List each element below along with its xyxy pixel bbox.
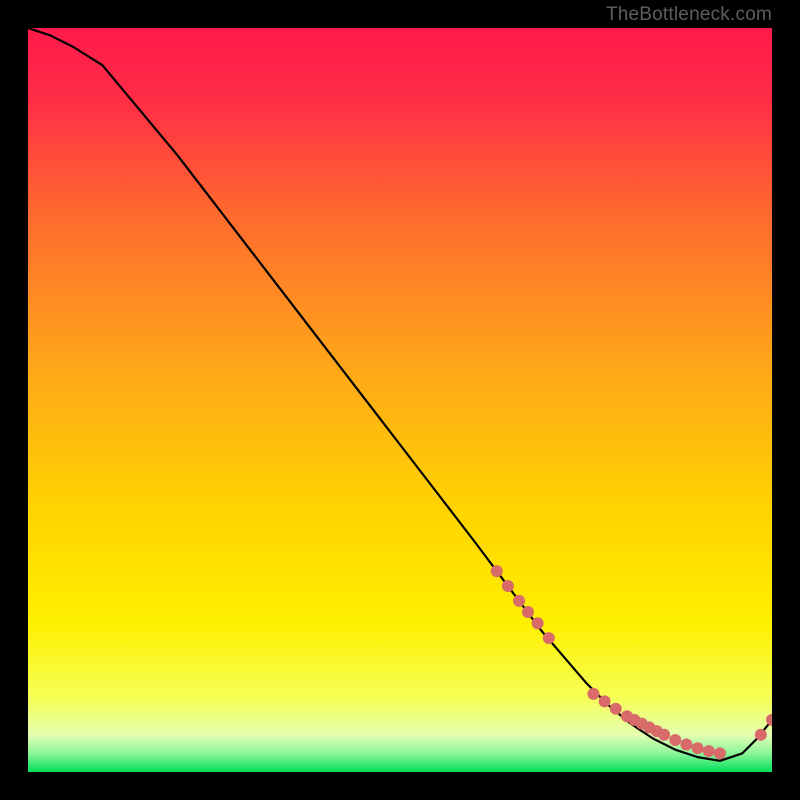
watermark-text: TheBottleneck.com — [606, 4, 772, 26]
data-point — [610, 703, 622, 715]
data-point — [491, 565, 503, 577]
data-point — [680, 738, 692, 750]
data-point — [755, 729, 767, 741]
data-point — [513, 595, 525, 607]
bottleneck-chart — [28, 28, 772, 772]
data-point — [532, 617, 544, 629]
data-point — [543, 632, 555, 644]
data-point — [587, 688, 599, 700]
data-point — [658, 729, 670, 741]
data-point — [522, 606, 534, 618]
data-point — [599, 695, 611, 707]
data-point — [703, 745, 715, 757]
data-point — [502, 580, 514, 592]
data-point — [714, 747, 726, 759]
data-point — [669, 734, 681, 746]
gradient-background — [28, 28, 772, 772]
chart-container — [28, 28, 772, 772]
data-point — [692, 742, 704, 754]
